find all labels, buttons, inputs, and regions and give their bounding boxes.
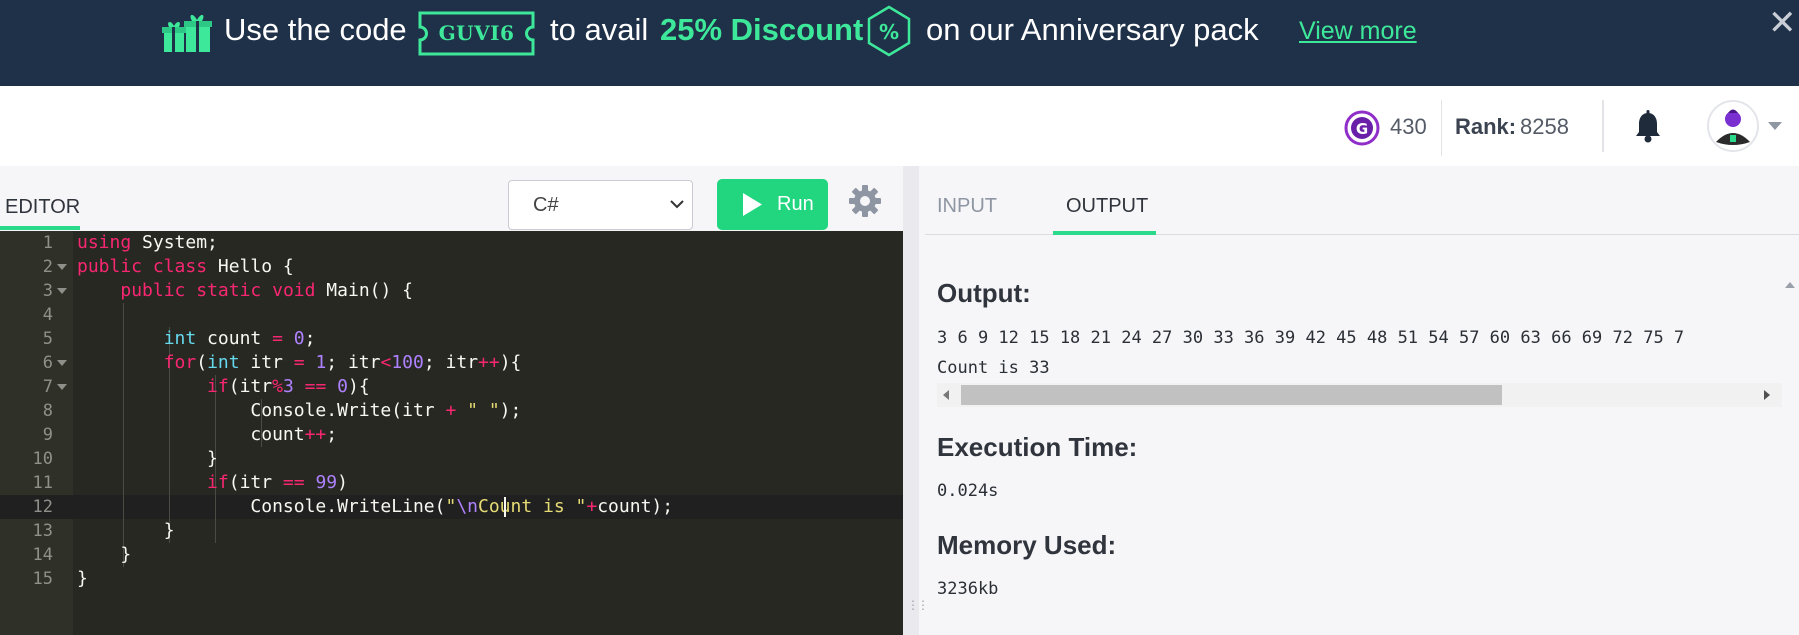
gear-icon[interactable] — [848, 184, 882, 218]
execution-time-title: Execution Time: — [937, 432, 1138, 462]
memory-used-title: Memory Used: — [937, 530, 1117, 560]
tab-output[interactable]: OUTPUT — [1066, 195, 1148, 218]
line-number: 14 — [32, 545, 53, 565]
line-number: 11 — [32, 473, 53, 493]
language-select-value: C# — [533, 194, 559, 216]
scrollbar-thumb[interactable] — [961, 385, 1502, 405]
line-number: 2 — [42, 257, 53, 277]
run-button-label: Run — [777, 193, 814, 215]
avatar[interactable] — [1707, 100, 1759, 152]
promo-code: GUVI6 — [438, 21, 515, 45]
output-line: 3 6 9 12 15 18 21 24 27 30 33 36 39 42 4… — [937, 328, 1685, 348]
scroll-right-arrow-icon[interactable] — [1764, 390, 1770, 400]
active-tab-indicator — [1053, 231, 1156, 235]
drag-grip-icon: ⋮⋮ — [907, 598, 929, 612]
execution-time-value: 0.024s — [937, 481, 999, 501]
scroll-up-arrow-icon[interactable] — [1785, 282, 1795, 288]
fold-toggle-icon[interactable] — [57, 360, 67, 366]
code-line: for(int itr = 1; itr<100; itr++){ — [163, 352, 522, 373]
io-tabs: INPUT OUTPUT — [925, 166, 1799, 236]
banner-text-intro: Use the code — [224, 12, 407, 47]
chevron-down-icon[interactable] — [1768, 122, 1782, 130]
top-header: G 430 Rank: 8258 — [0, 86, 1799, 166]
line-number: 13 — [32, 521, 53, 541]
percent-badge-icon: % — [867, 5, 911, 57]
chevron-down-icon — [670, 200, 684, 209]
divider — [1602, 100, 1604, 152]
banner-text-middle: to avail — [550, 12, 649, 47]
gift-icon — [162, 14, 212, 52]
fold-toggle-icon[interactable] — [57, 384, 67, 390]
code-line: using System; — [77, 232, 218, 253]
run-button[interactable]: Run — [717, 179, 828, 230]
output-title: Output: — [937, 278, 1031, 308]
code-line: } — [77, 568, 88, 589]
line-number: 4 — [42, 305, 53, 325]
scroll-left-arrow-icon[interactable] — [943, 390, 949, 400]
code-line: Console.WriteLine("\nCount is "+count); — [77, 496, 674, 517]
output-line: Count is 33 — [937, 358, 1050, 378]
code-line: } — [77, 544, 132, 565]
language-select[interactable]: C# — [508, 180, 693, 230]
tab-input[interactable]: INPUT — [937, 195, 997, 218]
promo-banner: Use the code GUVI6 to avail 25% Discount… — [0, 0, 1799, 86]
editor-toolbar: EDITOR C# Run — [0, 166, 903, 231]
line-number: 5 — [42, 329, 53, 349]
guvi-coin-icon: G — [1344, 110, 1380, 146]
code-line: if(itr%3 == 0){ — [207, 376, 370, 397]
fold-toggle-icon[interactable] — [57, 264, 67, 270]
line-number: 1 — [42, 233, 53, 253]
line-number: 9 — [42, 425, 53, 445]
line-number: 10 — [32, 449, 53, 469]
fold-toggle-icon[interactable] — [57, 288, 67, 294]
code-line: if(itr == 99) — [207, 472, 348, 493]
svg-text:G: G — [1356, 120, 1368, 138]
active-tab-indicator — [0, 226, 80, 230]
line-number: 8 — [42, 401, 53, 421]
output-horizontal-scrollbar[interactable] — [937, 383, 1782, 407]
code-line: } — [77, 448, 218, 469]
banner-text-end: on our Anniversary pack — [926, 12, 1259, 47]
svg-text:%: % — [879, 20, 899, 44]
line-number: 12 — [32, 497, 53, 517]
rank-value: 8258 — [1520, 114, 1569, 139]
code-line: count++; — [77, 424, 338, 445]
code-line: public static void Main() { — [120, 280, 414, 301]
memory-used-value: 3236kb — [937, 579, 999, 599]
line-number: 15 — [32, 569, 53, 589]
bell-icon[interactable] — [1633, 110, 1663, 144]
line-number: 7 — [42, 377, 53, 397]
code-line: } — [77, 520, 175, 541]
line-number: 3 — [42, 281, 53, 301]
play-icon — [743, 193, 762, 216]
view-more-link[interactable]: View more — [1299, 14, 1417, 48]
coin-count: 430 — [1390, 114, 1427, 139]
text-cursor — [504, 497, 506, 517]
avatar-image — [1709, 102, 1757, 150]
code-editor[interactable]: 1 2 3 4 5 6 7 8 9 10 11 12 13 14 15 usin… — [0, 231, 903, 635]
close-icon[interactable]: ✕ — [1768, 4, 1797, 42]
code-line: int count = 0; — [163, 328, 316, 349]
divider — [1441, 100, 1442, 156]
code-line: Console.Write(itr + " "); — [77, 400, 522, 421]
tab-editor[interactable]: EDITOR — [5, 196, 80, 219]
rank-label: Rank: — [1455, 114, 1517, 139]
line-number: 6 — [42, 353, 53, 373]
code-line: public class Hello { — [77, 256, 294, 277]
banner-discount: 25% Discount — [660, 12, 864, 47]
pane-resize-handle[interactable]: ⋮⋮ — [903, 166, 929, 635]
